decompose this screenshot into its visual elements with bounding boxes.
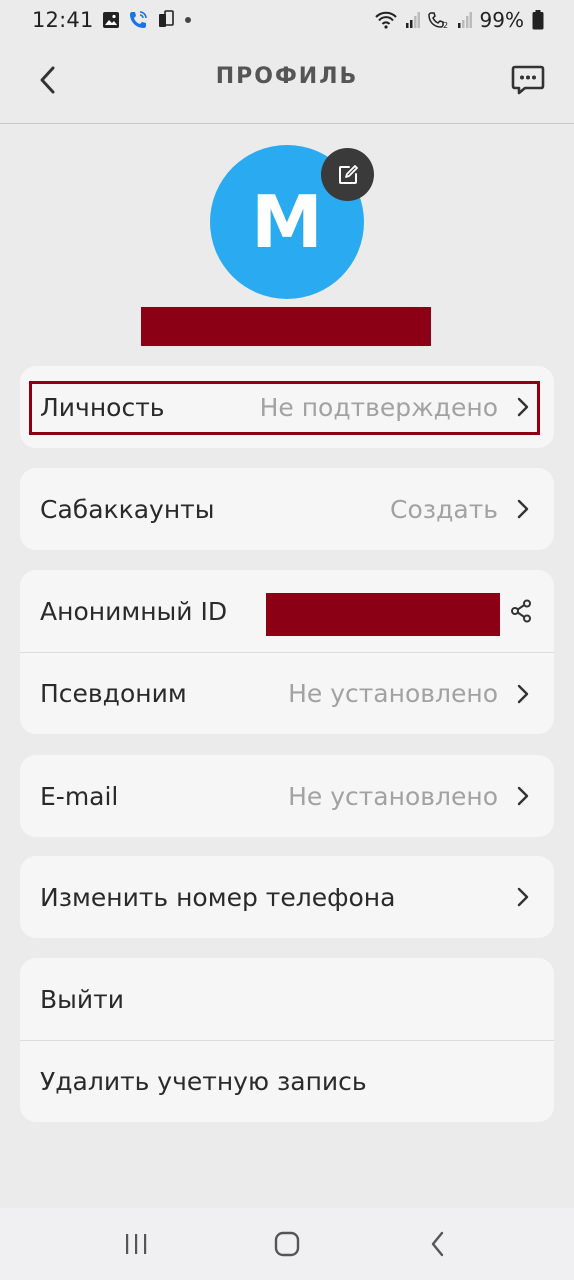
system-back-button[interactable] — [408, 1214, 468, 1274]
delete-account-label: Удалить учетную запись — [40, 1067, 367, 1096]
nickname-value: Не установлено — [288, 679, 498, 708]
status-time: 12:41 — [32, 8, 94, 32]
dot-icon — [184, 16, 192, 24]
nickname-row[interactable]: Псевдоним Не установлено — [20, 652, 554, 734]
chevron-right-icon — [516, 396, 530, 418]
account-actions-card: Выйти Удалить учетную запись — [20, 958, 554, 1122]
gallery-icon — [102, 11, 120, 29]
battery-icon — [532, 10, 544, 30]
logout-label: Выйти — [40, 984, 124, 1014]
change-phone-row[interactable]: Изменить номер телефона — [20, 856, 554, 938]
status-left: 12:41 — [32, 8, 192, 32]
subaccounts-label: Сабаккаунты — [40, 494, 215, 524]
email-value: Не установлено — [288, 781, 498, 811]
change-phone-card: Изменить номер телефона — [20, 856, 554, 938]
system-nav-bar — [0, 1208, 574, 1280]
chevron-right-icon — [516, 886, 530, 908]
phone-call-icon — [128, 10, 148, 30]
delete-account-row[interactable]: Удалить учетную запись — [20, 1040, 554, 1122]
change-phone-label: Изменить номер телефона — [40, 882, 396, 912]
avatar-edit-button[interactable] — [321, 148, 374, 201]
identity-label: Личность — [40, 392, 165, 422]
chat-icon — [511, 65, 545, 95]
battery-percent: 99% — [479, 8, 524, 32]
redacted-username — [141, 307, 431, 346]
identity-row[interactable]: Личность Не подтверждено — [20, 366, 554, 448]
back-icon — [432, 1231, 444, 1257]
recent-apps-button[interactable] — [106, 1214, 166, 1274]
anon-id-row: Анонимный ID — [20, 570, 554, 652]
email-card: E-mail Не установлено — [20, 755, 554, 837]
nickname-label: Псевдоним — [40, 679, 187, 708]
home-icon — [274, 1231, 300, 1257]
id-card: Анонимный ID Псевдоним Не установлено — [20, 570, 554, 734]
recent-apps-icon — [125, 1234, 146, 1254]
chevron-right-icon — [516, 683, 530, 705]
header: ПРОФИЛЬ — [0, 40, 574, 124]
home-button[interactable] — [257, 1214, 317, 1274]
subaccounts-row[interactable]: Сабаккаунты Создать — [20, 468, 554, 550]
signal-icon — [405, 12, 420, 28]
anon-id-label: Анонимный ID — [40, 596, 228, 626]
identity-card: Личность Не подтверждено — [20, 366, 554, 448]
wifi-icon — [374, 11, 398, 29]
chevron-right-icon — [516, 498, 530, 520]
subaccounts-value: Создать — [390, 494, 498, 524]
status-right: 2 99% — [374, 8, 544, 32]
phone-device-icon — [156, 10, 176, 30]
email-label: E-mail — [40, 781, 119, 811]
logout-row[interactable]: Выйти — [20, 958, 554, 1040]
page-title: ПРОФИЛЬ — [215, 64, 359, 89]
share-icon[interactable] — [510, 599, 532, 629]
call-sim2-icon: 2 — [427, 11, 450, 29]
svg-text:2: 2 — [443, 21, 448, 29]
email-row[interactable]: E-mail Не установлено — [20, 755, 554, 837]
identity-value: Не подтверждено — [259, 392, 498, 422]
chat-button[interactable] — [508, 60, 548, 100]
subaccounts-card: Сабаккаунты Создать — [20, 468, 554, 550]
status-bar: 12:41 2 99% — [0, 0, 574, 40]
signal-icon-2 — [457, 12, 472, 28]
chevron-right-icon — [516, 785, 530, 807]
redacted-anon-id — [266, 593, 500, 636]
edit-icon — [338, 164, 358, 184]
